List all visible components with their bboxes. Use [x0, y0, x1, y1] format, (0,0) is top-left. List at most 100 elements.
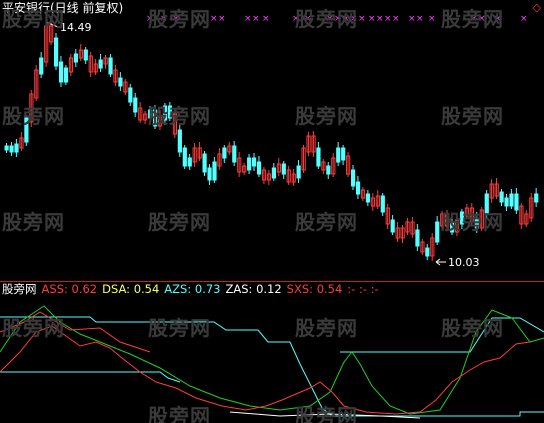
candlestick: [519, 203, 524, 229]
candlestick: [450, 217, 455, 235]
candlestick: [380, 193, 385, 216]
candlestick: [68, 54, 74, 76]
signal-marker: ×: [304, 14, 312, 24]
signal-marker: ×: [342, 14, 350, 24]
candlestick: [509, 189, 514, 209]
candlestick: [326, 162, 331, 179]
candlestick: [336, 142, 341, 166]
candlestick: [118, 72, 123, 91]
candlestick: [306, 132, 311, 156]
candlestick: [167, 102, 173, 121]
min-price-label: 10.03: [448, 256, 480, 269]
ass-line: [0, 325, 531, 415]
signal-marker: ×: [376, 14, 384, 24]
candlestick: [128, 84, 133, 106]
candlestick: [316, 142, 321, 169]
candlestick: [14, 139, 19, 157]
stock-chart-window[interactable]: × × × × × × × × × × × × × × × × × × × × × × × × × × 14.49 10.03 平安银…: [0, 0, 544, 423]
azs-line: [0, 316, 544, 417]
signal-marker: ×: [146, 14, 154, 24]
candlestick: [410, 217, 415, 238]
candlestick: [29, 90, 34, 127]
candlestick: [222, 145, 227, 163]
signal-marker: ×: [326, 14, 334, 24]
signal-marker: ×: [416, 14, 424, 24]
signal-marker: ×: [252, 14, 260, 24]
indicator-panel[interactable]: [0, 282, 544, 423]
candlestick: [440, 211, 445, 230]
candlestick: [405, 218, 410, 235]
candlestick: [237, 152, 242, 177]
candlestick: [247, 154, 252, 174]
candlestick: [162, 103, 168, 125]
candlestick: [395, 222, 400, 242]
signal-marker: ×: [334, 14, 342, 24]
candlestick: [93, 59, 98, 75]
candlestick: [459, 209, 465, 229]
candlestick: [256, 156, 262, 177]
candlestick: [54, 33, 59, 70]
signal-marker: ×: [244, 14, 252, 24]
candlestick: [266, 170, 272, 185]
candlestick: [202, 151, 207, 176]
candlestick: [360, 187, 366, 201]
candlestick: [227, 142, 232, 155]
candlestick: [19, 132, 24, 151]
candlestick: [232, 141, 237, 166]
candlestick: [172, 109, 178, 138]
candlestick: [197, 142, 202, 161]
candlestick: [276, 158, 281, 176]
candlestick: [182, 145, 187, 169]
candlestick: [148, 106, 153, 123]
candlestick: [331, 153, 336, 177]
candlestick: [49, 22, 54, 45]
candlestick: [365, 190, 371, 206]
candlestick: [529, 193, 534, 222]
signal-marker: ×: [408, 14, 416, 24]
signal-marker: ×: [520, 14, 528, 24]
candlestick: [425, 244, 430, 260]
candlestick: [464, 204, 470, 219]
candlestick: [390, 215, 395, 235]
candlestick: [4, 143, 9, 153]
candlestick: [435, 216, 440, 245]
candlestick: [187, 154, 192, 170]
candlestick: [113, 65, 118, 86]
signal-marker: ×: [368, 14, 376, 24]
candlestick: [301, 145, 306, 173]
candlestick: [207, 164, 212, 185]
candlestick: [138, 102, 143, 123]
candlestick: [217, 148, 222, 170]
candlestick: [321, 159, 326, 174]
candlestick: [143, 111, 148, 124]
candlestick: [83, 47, 88, 64]
diamond-icon[interactable]: ◇: [533, 2, 541, 13]
candlestick: [479, 207, 484, 231]
candlestick: [499, 189, 504, 206]
candlestick: [24, 115, 29, 146]
candlestick: [351, 165, 356, 190]
candlestick: [370, 193, 375, 211]
candlestick: [177, 124, 182, 157]
candlestick: [63, 65, 69, 85]
signal-marker: ×: [350, 14, 358, 24]
sxs-line: [0, 311, 151, 353]
price-panel[interactable]: × × × × × × × × × × × × × × × × × × × × × × × × × ×14.4910.03: [0, 0, 544, 282]
candlestick: [103, 55, 108, 69]
candlestick: [192, 143, 197, 167]
candlestick: [58, 56, 64, 87]
signal-marker: ×: [470, 14, 478, 24]
candlestick: [212, 157, 217, 183]
candlestick: [474, 212, 479, 233]
min-price-annotation: 10.03: [435, 256, 480, 269]
candlestick: [484, 190, 489, 218]
candlestick: [355, 176, 361, 199]
candlestick: [524, 210, 529, 227]
candlestick: [504, 194, 509, 211]
signal-marker: ×: [478, 14, 486, 24]
candlestick: [469, 203, 474, 226]
candlestick: [494, 178, 499, 199]
candlestick: [400, 225, 405, 243]
candlestick: [34, 65, 39, 101]
candlestick: [157, 110, 163, 130]
